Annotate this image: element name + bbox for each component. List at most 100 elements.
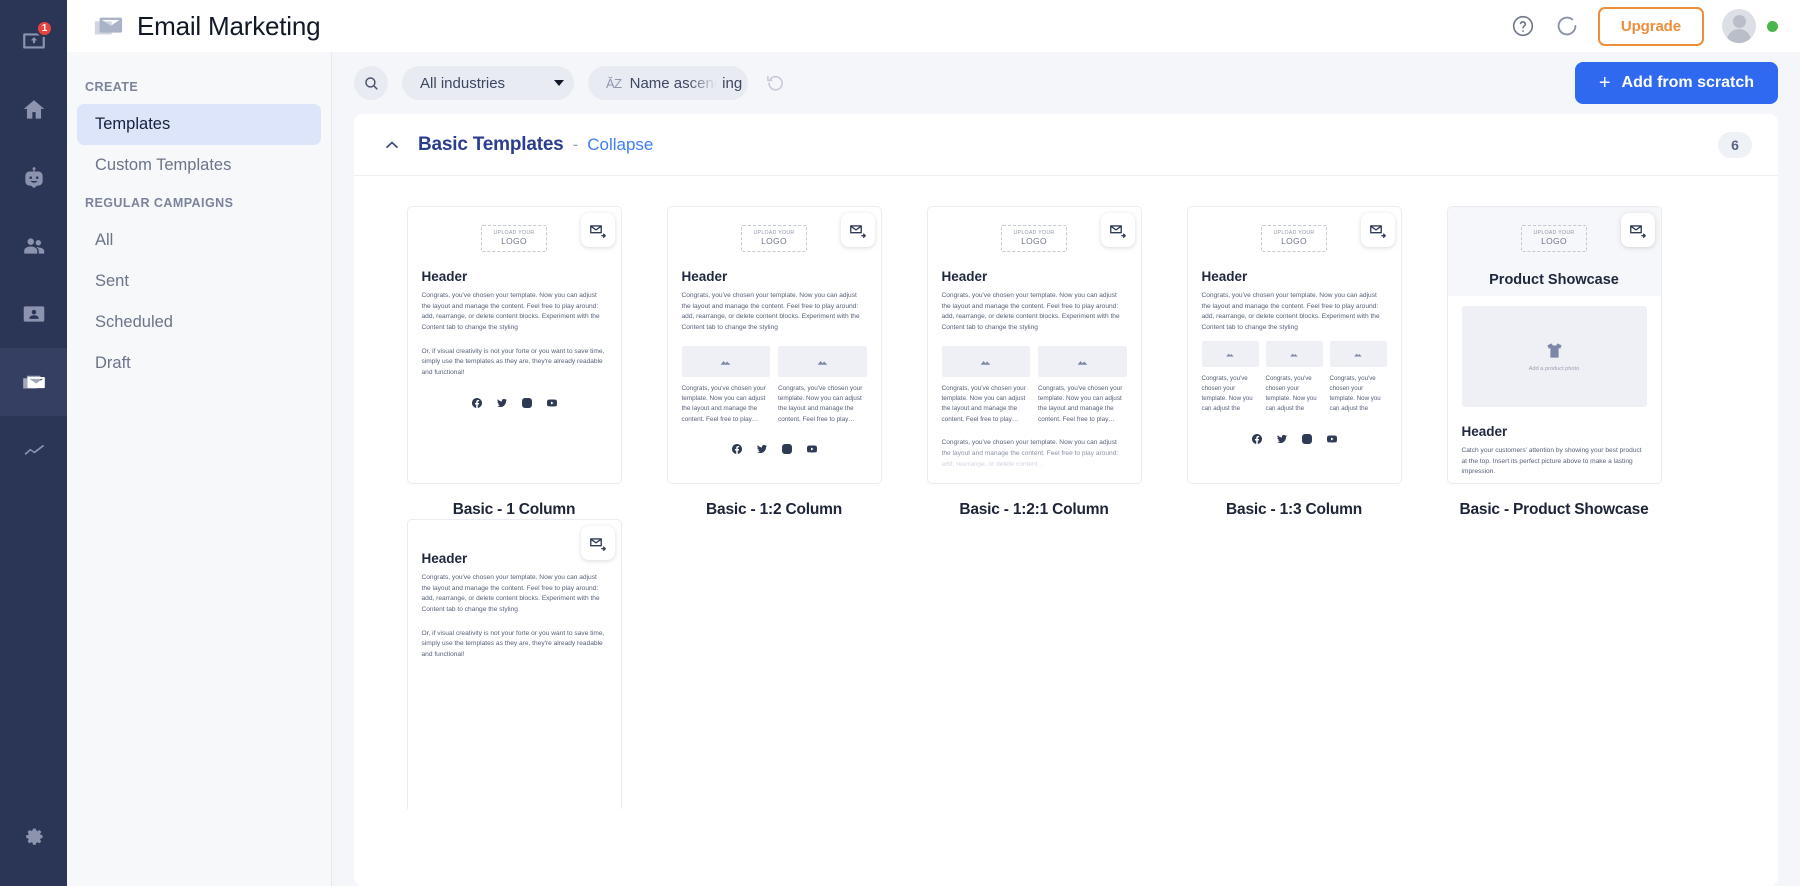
id-card-icon bbox=[23, 306, 44, 322]
envelope-icon bbox=[93, 11, 123, 41]
templates-grid: UPLOAD YOUR LOGO Header Congrats, you've… bbox=[354, 176, 1778, 809]
upgrade-button[interactable]: Upgrade bbox=[1597, 6, 1704, 46]
rail-item-analytics[interactable] bbox=[0, 416, 67, 484]
template-header: Header bbox=[941, 269, 988, 284]
youtube-icon bbox=[806, 445, 817, 453]
send-email-icon[interactable] bbox=[1360, 213, 1395, 247]
industries-filter-dropdown[interactable]: All industries bbox=[402, 66, 574, 100]
template-body-main: Congrats, you've chosen your template. N… bbox=[1201, 292, 1380, 332]
section-separator: - bbox=[572, 134, 579, 154]
reset-icon[interactable] bbox=[762, 70, 788, 96]
template-card-1-2-1-column[interactable]: UPLOAD YOUR LOGO Header Congrats, you've… bbox=[926, 206, 1142, 484]
logo-placeholder: UPLOAD YOUR LOGO bbox=[1521, 225, 1587, 252]
template-body-second: Or, if visual creativity is not your for… bbox=[421, 347, 605, 377]
logo-placeholder-line2: LOGO bbox=[501, 235, 527, 246]
template-header: Header bbox=[421, 269, 468, 284]
send-email-icon[interactable] bbox=[1620, 213, 1655, 247]
chevron-up-icon[interactable] bbox=[382, 135, 402, 155]
facebook-icon bbox=[731, 444, 742, 455]
image-placeholder-icon bbox=[941, 345, 1030, 377]
template-body-main: Congrats, you've chosen your template. N… bbox=[421, 574, 600, 614]
analytics-icon bbox=[24, 444, 44, 455]
template-card-label: Basic - Product Showcase bbox=[1459, 501, 1649, 518]
rail-item-chatbot[interactable] bbox=[0, 144, 67, 212]
top-bar-left: Email Marketing bbox=[93, 11, 321, 42]
sidebar-group-create: CREATE bbox=[85, 80, 139, 94]
column-text: Congrats, you've chosen your template. N… bbox=[681, 384, 766, 423]
sidebar-item-label: Sent bbox=[95, 271, 129, 290]
template-card-label: Basic - 1:3 Column bbox=[1226, 501, 1362, 518]
search-icon[interactable] bbox=[354, 66, 388, 100]
question-circle-icon[interactable] bbox=[1510, 13, 1536, 39]
template-card-6[interactable]: Header Congrats, you've chosen your temp… bbox=[406, 519, 622, 809]
template-header: Header bbox=[421, 551, 468, 566]
spinner-icon[interactable] bbox=[1554, 13, 1580, 39]
avatar[interactable] bbox=[1722, 9, 1756, 43]
sidebar-item-scheduled[interactable]: Scheduled bbox=[77, 302, 321, 343]
az-sort-icon: ĂZ bbox=[606, 75, 622, 91]
send-email-icon[interactable] bbox=[580, 526, 615, 560]
showcase-title: Product Showcase bbox=[1489, 272, 1619, 288]
social-icons bbox=[1202, 433, 1387, 445]
sidebar-item-templates[interactable]: Templates bbox=[77, 104, 321, 145]
logo-placeholder: UPLOAD YOUR LOGO bbox=[741, 225, 807, 252]
send-email-icon[interactable] bbox=[580, 213, 615, 247]
section-count-badge: 6 bbox=[1718, 131, 1752, 158]
send-email-icon[interactable] bbox=[1100, 213, 1135, 247]
template-cell: UPLOAD YOUR LOGO Header Congrats, you've… bbox=[904, 206, 1164, 519]
sidebar-item-label: Draft bbox=[95, 353, 131, 372]
logo-placeholder: UPLOAD YOUR LOGO bbox=[1261, 225, 1327, 252]
template-card-product-showcase[interactable]: UPLOAD YOUR LOGO Product Showcase Add a bbox=[1446, 206, 1662, 484]
sort-filter-dropdown[interactable]: ĂZ Name ascending bbox=[588, 66, 748, 100]
column-text: Congrats, you've chosen your template. N… bbox=[1265, 374, 1317, 413]
template-cell: UPLOAD YOUR LOGO Header Congrats, you've… bbox=[1164, 206, 1424, 519]
sidebar-item-all[interactable]: All bbox=[77, 220, 321, 261]
template-card-1-2-column[interactable]: UPLOAD YOUR LOGO Header Congrats, you've… bbox=[666, 206, 882, 484]
product-photo-placeholder[interactable]: Add a product photo bbox=[1461, 306, 1647, 407]
send-email-icon[interactable] bbox=[840, 213, 875, 247]
rail-item-crm-card[interactable] bbox=[0, 280, 67, 348]
industries-filter-value: All industries bbox=[420, 74, 506, 92]
sidebar-item-label: Scheduled bbox=[95, 312, 173, 331]
templates-panel: Basic Templates - Collapse 6 UPLOAD YOUR… bbox=[354, 114, 1778, 886]
tshirt-icon bbox=[1546, 343, 1562, 358]
collapse-link[interactable]: Collapse bbox=[587, 135, 653, 155]
showcase-body: Catch your customers' attention by showi… bbox=[1461, 447, 1642, 476]
youtube-icon bbox=[1326, 435, 1337, 443]
avatar-body bbox=[1727, 29, 1751, 43]
sidebar: CREATE Templates Custom Templates REGULA… bbox=[67, 52, 332, 886]
sidebar-item-draft[interactable]: Draft bbox=[77, 343, 321, 384]
logo-placeholder-line2: LOGO bbox=[1281, 235, 1307, 246]
template-header: Header bbox=[1461, 424, 1508, 439]
add-from-scratch-button[interactable]: + Add from scratch bbox=[1574, 62, 1778, 104]
template-body-faded: Congrats, you've chosen your template. N… bbox=[942, 438, 1127, 470]
people-icon bbox=[23, 238, 44, 254]
image-placeholder-icon bbox=[1038, 345, 1127, 377]
template-body-main: Congrats, you've chosen your template. N… bbox=[941, 292, 1120, 332]
sidebar-item-label: Custom Templates bbox=[95, 155, 232, 174]
image-placeholder-icon bbox=[1329, 340, 1387, 367]
home-icon bbox=[23, 100, 44, 119]
image-placeholder-row bbox=[1201, 340, 1387, 367]
facebook-icon bbox=[471, 397, 482, 408]
column-text: Congrats, you've chosen your template. N… bbox=[778, 384, 863, 423]
rail-item-email[interactable] bbox=[0, 348, 67, 416]
rail-item-home[interactable] bbox=[0, 76, 67, 144]
twitter-icon bbox=[1276, 434, 1287, 443]
three-column-text-row: Congrats, you've chosen your template. N… bbox=[1202, 374, 1387, 415]
template-body-main: Congrats, you've chosen your template. N… bbox=[421, 292, 600, 332]
template-cell: UPLOAD YOUR LOGO Product Showcase Add a bbox=[1424, 206, 1684, 519]
template-card-1-column[interactable]: UPLOAD YOUR LOGO Header Congrats, you've… bbox=[406, 206, 622, 484]
sidebar-item-custom-templates[interactable]: Custom Templates bbox=[77, 145, 321, 186]
sidebar-item-sent[interactable]: Sent bbox=[77, 261, 321, 302]
inbox-badge: 1 bbox=[36, 20, 53, 37]
template-card-1-3-column[interactable]: UPLOAD YOUR LOGO Header Congrats, you've… bbox=[1186, 206, 1402, 484]
rail-item-settings[interactable] bbox=[0, 800, 67, 868]
rail-item-inbox[interactable]: 1 bbox=[0, 8, 67, 76]
template-header: Header bbox=[1201, 269, 1248, 284]
logo-placeholder-line2: LOGO bbox=[761, 235, 787, 246]
rail-item-contacts[interactable] bbox=[0, 212, 67, 280]
instagram-icon bbox=[781, 444, 792, 455]
template-cell: UPLOAD YOUR LOGO Header Congrats, you've… bbox=[384, 206, 644, 519]
main-content: All industries ĂZ Name ascending + Add … bbox=[332, 52, 1800, 886]
